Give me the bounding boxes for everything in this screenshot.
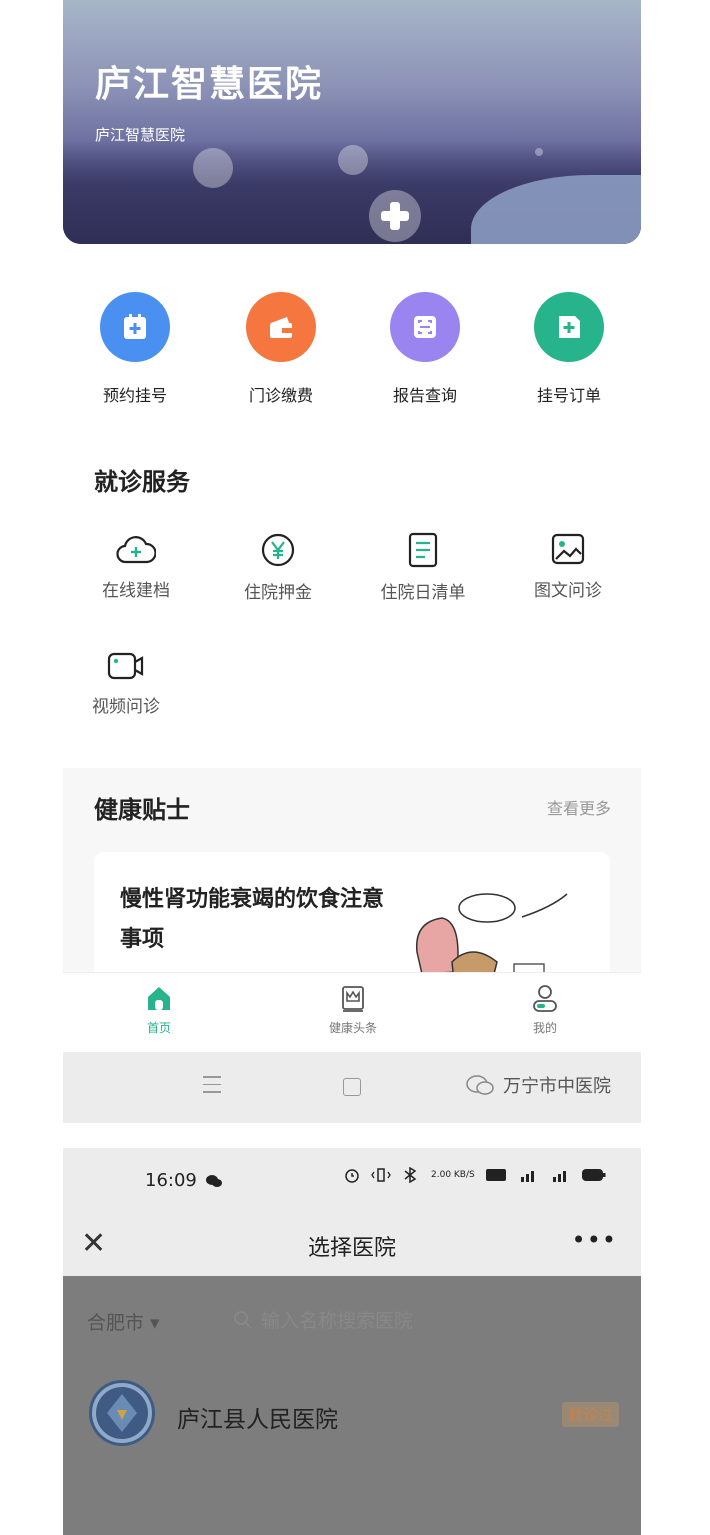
medical-cross-icon: [369, 190, 421, 242]
menu-icon[interactable]: [203, 1076, 221, 1099]
service-online-file[interactable]: 在线建档: [71, 532, 201, 601]
service-video-consult[interactable]: 视频问诊: [71, 650, 181, 717]
page-header: ✕ 选择医院 •••: [63, 1216, 641, 1276]
search-input[interactable]: 输入名称搜索医院: [233, 1306, 413, 1333]
bubble-decoration: [535, 148, 543, 156]
chat-notification-icon: [206, 1175, 222, 1187]
service-label: 住院押金: [244, 583, 312, 603]
quick-action-label: 预约挂号: [102, 386, 167, 405]
status-icons: 2.00 KB/S: [343, 1166, 607, 1184]
quick-action-label: 门诊缴费: [248, 386, 313, 405]
net-speed: 2.00 KB/S: [431, 1169, 475, 1180]
search-placeholder: 输入名称搜索医院: [261, 1310, 414, 1332]
tab-label: 健康头条: [328, 1021, 377, 1035]
bluetooth-icon: [404, 1167, 417, 1183]
tab-label: 我的: [532, 1021, 557, 1035]
tip-illustration-image: [415, 893, 568, 982]
cloud-plus-icon: [116, 536, 156, 564]
hd-icon: [485, 1169, 506, 1181]
hospital-subtitle: 庐江智慧医院: [95, 126, 186, 144]
service-label: 住院日清单: [380, 583, 466, 603]
signal-icon: [520, 1171, 534, 1182]
watermark-text: 万宁市中医院: [503, 1076, 611, 1097]
bubble-decoration: [338, 145, 368, 175]
status-bar: 16:09 2.00 KB/S: [63, 1148, 641, 1216]
tab-mine[interactable]: 我的: [495, 983, 595, 1036]
tip-card-title: 慢性肾功能衰竭的饮食注意事项: [120, 887, 385, 952]
visited-badge: 就诊过: [561, 1402, 619, 1427]
signal-icon: [552, 1171, 566, 1182]
tip-card[interactable]: 慢性肾功能衰竭的饮食注意事项: [94, 852, 610, 982]
quick-action-label: 报告查询: [392, 386, 457, 405]
tab-label: 首页: [146, 1021, 171, 1035]
page-title: 选择医院: [307, 1236, 396, 1261]
user-icon: [533, 985, 557, 1012]
quick-action-orders[interactable]: 挂号订单: [509, 292, 629, 406]
hospital-name[interactable]: 庐江县人民医院: [177, 1400, 338, 1434]
service-image-consult[interactable]: 图文问诊: [503, 532, 633, 601]
wechat-icon: [466, 1075, 494, 1095]
hospital-home-screen: 庐江智慧医院 庐江智慧医院 预约挂号 门诊缴费 报告查询 挂号订单 就诊服务 在…: [63, 0, 641, 1123]
tab-health-news[interactable]: 健康头条: [303, 983, 403, 1036]
home-icon: [148, 987, 170, 1010]
hospital-banner: 庐江智慧医院 庐江智慧医院: [63, 0, 641, 244]
quick-actions: 预约挂号 门诊缴费 报告查询 挂号订单: [63, 292, 641, 412]
dimmed-overlay: 合肥市 ▾ 输入名称搜索医院 庐江县人民医院 就诊过: [63, 1276, 641, 1535]
quick-action-payment[interactable]: 门诊缴费: [221, 292, 341, 406]
view-more-link[interactable]: 查看更多: [547, 795, 611, 819]
image-icon: [551, 533, 585, 565]
battery-icon: [581, 1169, 606, 1181]
tips-title: 健康贴士: [94, 796, 190, 824]
system-navigation-bar: 万宁市中医院: [63, 1052, 641, 1123]
service-label: 视频问诊: [92, 697, 160, 717]
city-selector[interactable]: 合肥市 ▾: [87, 1308, 160, 1335]
more-options-icon[interactable]: •••: [572, 1226, 617, 1254]
quick-action-label: 挂号订单: [536, 386, 601, 405]
vibrate-icon: [371, 1168, 391, 1182]
hospital-title: 庐江智慧医院: [95, 64, 324, 105]
service-inpatient-deposit[interactable]: 住院押金: [213, 532, 343, 603]
heart-bubble-icon: [193, 148, 233, 188]
quick-action-appointment[interactable]: 预约挂号: [75, 292, 195, 406]
tab-home[interactable]: 首页: [109, 983, 209, 1036]
document-plus-icon: [534, 292, 604, 362]
watermark: 万宁市中医院: [465, 1072, 611, 1098]
bottom-tabbar: 首页 健康头条 我的: [63, 972, 641, 1052]
home-square-icon[interactable]: [343, 1078, 361, 1096]
service-label: 图文问诊: [534, 581, 602, 601]
calendar-plus-icon: [100, 292, 170, 362]
scan-report-icon: [390, 292, 460, 362]
hospital-logo-icon: [89, 1380, 155, 1446]
alarm-icon: [345, 1169, 359, 1183]
select-hospital-screen: 16:09 2.00 KB/S ✕ 选择医院 ••• 合肥市 ▾ 输入名称搜索医…: [63, 1148, 641, 1535]
wallet-icon: [246, 292, 316, 362]
video-camera-icon: [107, 652, 144, 680]
quick-action-report[interactable]: 报告查询: [365, 292, 485, 406]
crown-news-icon: [342, 986, 364, 1012]
status-time: 16:09: [145, 1170, 197, 1191]
list-document-icon: [408, 532, 438, 568]
search-icon: [234, 1310, 252, 1329]
service-daily-bill[interactable]: 住院日清单: [358, 532, 488, 603]
yen-icon: [261, 533, 295, 567]
services-title: 就诊服务: [94, 468, 190, 496]
service-label: 在线建档: [102, 581, 170, 601]
